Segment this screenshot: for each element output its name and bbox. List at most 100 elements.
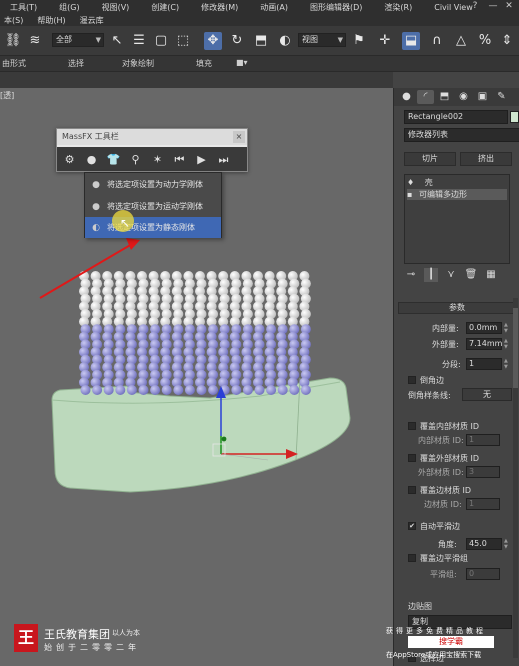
menu-cloud-library[interactable]: 渥云库 xyxy=(80,15,104,26)
watermark-line-3: 在AppStore或应用宝搜索下载 xyxy=(386,651,482,659)
bulb-icon[interactable]: ♦ xyxy=(407,178,414,187)
bind-spacewarp-icon[interactable]: ≋ xyxy=(26,32,44,50)
extrude-button[interactable]: 挤出 xyxy=(460,152,512,166)
keyboard-shortcut-icon[interactable]: ⬓ xyxy=(402,32,420,50)
rotate-icon[interactable]: ↻ xyxy=(228,32,246,50)
scrollbar-thumb[interactable] xyxy=(513,308,518,388)
reference-coord-dropdown[interactable]: 视图 ▼ xyxy=(298,33,346,47)
menu-item-dynamic-rigid-body[interactable]: ● 将选定项设置为动力学刚体 xyxy=(85,174,221,195)
menu-item-static-rigid-body[interactable]: ◐ 将选定项设置为静态刚体 xyxy=(85,217,221,238)
ribbon-options-icon[interactable]: ■▾ xyxy=(236,58,248,67)
menu-rendering[interactable]: 渲染(R) xyxy=(384,2,412,13)
menu-item-kinematic-rigid-body[interactable]: ● 将选定项设置为运动学刚体 xyxy=(85,196,221,217)
make-unique-icon[interactable]: ⋎ xyxy=(444,268,458,282)
massfx-toolbar[interactable]: MassFX 工具栏 × ⚙ ● 👕 ⚲ ✶ ⏮ ▶ ⏭ xyxy=(56,128,248,172)
slice-button[interactable]: 切片 xyxy=(404,152,456,166)
inner-amount-label: 内部量: xyxy=(432,324,459,333)
move-icon[interactable]: ✥ xyxy=(204,32,222,50)
spinner-arrows-icon[interactable]: ▲ ▼ xyxy=(504,358,510,370)
utilities-tab-icon[interactable]: ✎ xyxy=(493,90,510,104)
scale-icon[interactable]: ⬒ xyxy=(252,32,270,50)
stack-item-shell[interactable]: ♦ 壳 xyxy=(407,177,433,188)
angle-spinner[interactable]: 45.0 xyxy=(466,538,502,550)
configure-sets-icon[interactable]: ▦ xyxy=(484,268,498,282)
expand-icon[interactable]: ▪ xyxy=(407,190,412,199)
constraint-icon[interactable]: ⚲ xyxy=(127,151,144,168)
modifier-stack: ♦ 壳 ▪ 可编辑多边形 xyxy=(404,174,510,264)
spinner-arrows-icon[interactable]: ▲ ▼ xyxy=(504,538,510,550)
reset-simulation-icon[interactable]: ⏮ xyxy=(171,151,188,168)
help-question-icon[interactable]: ? xyxy=(466,0,484,12)
select-object-icon[interactable]: ↖ xyxy=(108,32,126,50)
sphere xyxy=(208,385,219,395)
snap-3d-icon[interactable]: ∩ xyxy=(428,32,446,50)
command-panel-scrollbar[interactable] xyxy=(513,298,518,658)
step-simulation-icon[interactable]: ⏭ xyxy=(215,151,232,168)
ribbon-tab-selection[interactable]: 选择 xyxy=(68,58,84,69)
create-tab-icon[interactable]: ● xyxy=(398,90,415,104)
percent-snap-icon[interactable]: % xyxy=(476,32,494,50)
override-outer-mat-checkbox[interactable] xyxy=(408,454,416,462)
select-by-name-icon[interactable]: ☰ xyxy=(130,32,148,50)
smooth-group-spinner[interactable]: 0 xyxy=(466,568,500,580)
modify-tab-icon[interactable]: ◜ xyxy=(417,90,434,104)
ribbon-tab-populate[interactable]: 填充 xyxy=(196,58,212,69)
close-window-button[interactable]: ✕ xyxy=(500,0,518,12)
bevel-edges-checkbox[interactable] xyxy=(408,376,416,384)
display-tab-icon[interactable]: ▣ xyxy=(474,90,491,104)
spinner-arrows-icon[interactable]: ▲ ▼ xyxy=(504,338,510,350)
show-end-result-icon[interactable]: ┃ xyxy=(424,268,438,282)
override-inner-mat-checkbox[interactable] xyxy=(408,422,416,430)
stack-item-label: 可编辑多边形 xyxy=(418,190,467,199)
inner-amount-spinner[interactable]: 0.0mm xyxy=(466,322,502,334)
ragdoll-icon[interactable]: ✶ xyxy=(149,151,166,168)
select-manipulate-icon[interactable]: ⚑ xyxy=(350,32,368,50)
menu-modifiers[interactable]: 修改器(M) xyxy=(201,2,238,13)
menu-create[interactable]: 创建(C) xyxy=(151,2,179,13)
bevel-spline-button[interactable]: 无 xyxy=(462,388,512,401)
pin-stack-icon[interactable]: ⊸ xyxy=(404,268,418,282)
menu-script[interactable]: 本(S) xyxy=(4,15,23,26)
rigid-body-icon[interactable]: ● xyxy=(83,151,100,168)
snap-link-icon[interactable]: ⛓ xyxy=(4,32,22,50)
override-smooth-checkbox[interactable] xyxy=(408,554,416,562)
pivot-icon[interactable]: ◐ xyxy=(276,32,294,50)
world-parameters-icon[interactable]: ⚙ xyxy=(61,151,78,168)
object-color-swatch[interactable] xyxy=(510,111,519,123)
ribbon-tab-freeform[interactable]: 由形式 xyxy=(2,58,26,69)
selection-filter-dropdown[interactable]: 全部 ▼ xyxy=(52,33,104,47)
hierarchy-tab-icon[interactable]: ⬒ xyxy=(436,90,453,104)
motion-tab-icon[interactable]: ◉ xyxy=(455,90,472,104)
menu-graph-editors[interactable]: 图形编辑器(D) xyxy=(310,2,362,13)
sphere xyxy=(138,385,149,395)
menu-tools[interactable]: 工具(T) xyxy=(10,2,37,13)
object-name-field[interactable]: Rectangle002 xyxy=(404,110,508,124)
remove-modifier-icon[interactable]: 🗑 xyxy=(464,268,478,282)
rect-region-icon[interactable]: ▢ xyxy=(152,32,170,50)
override-edge-mat-checkbox[interactable] xyxy=(408,486,416,494)
play-simulation-icon[interactable]: ▶ xyxy=(193,151,210,168)
parameters-rollout-header[interactable]: 参数 xyxy=(398,302,516,314)
edge-mat-spinner[interactable]: 1 xyxy=(466,498,500,510)
spinner-snap-icon[interactable]: ⇕ xyxy=(498,32,516,50)
spinner-arrows-icon[interactable]: ▲ ▼ xyxy=(504,322,510,334)
window-crossing-icon[interactable]: ⬚ xyxy=(174,32,192,50)
ribbon-tab-object-paint[interactable]: 对象绘制 xyxy=(122,58,154,69)
massfx-toolbar-title[interactable]: MassFX 工具栏 xyxy=(57,129,247,145)
menu-help[interactable]: 帮助(H) xyxy=(37,15,65,26)
modifier-list-dropdown[interactable]: 修改器列表 xyxy=(404,128,519,142)
segments-spinner[interactable]: 1 xyxy=(466,358,502,370)
stack-item-editable-poly[interactable]: ▪ 可编辑多边形 xyxy=(407,189,507,200)
outer-amount-spinner[interactable]: 7.14mm xyxy=(466,338,502,350)
menu-animation[interactable]: 动画(A) xyxy=(260,2,288,13)
menu-group[interactable]: 组(G) xyxy=(59,2,79,13)
close-icon[interactable]: × xyxy=(233,131,245,143)
auto-smooth-checkbox[interactable]: ✔ xyxy=(408,522,416,530)
angle-snap-icon[interactable]: △ xyxy=(452,32,470,50)
move-gizmo-icon[interactable]: ✛ xyxy=(376,32,394,50)
inner-mat-spinner[interactable]: 1 xyxy=(466,434,500,446)
sphere xyxy=(254,385,265,395)
mcloth-icon[interactable]: 👕 xyxy=(105,151,122,168)
menu-view[interactable]: 视图(V) xyxy=(102,2,130,13)
outer-mat-spinner[interactable]: 3 xyxy=(466,466,500,478)
